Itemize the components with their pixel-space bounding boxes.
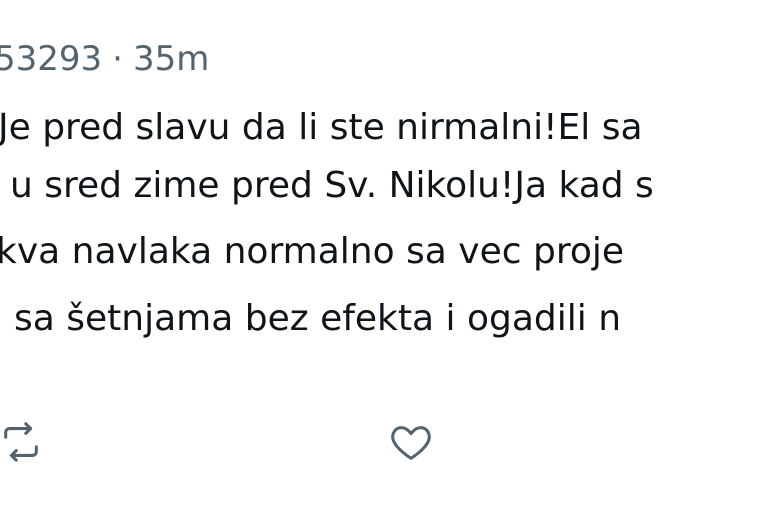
tweet-text-line: sa šetnjama bez efekta i ogadili n [14, 298, 622, 339]
retweet-icon [0, 419, 45, 465]
like-button[interactable] [382, 414, 440, 470]
tweet-text-line: kva navlaka normalno sa vec proje [0, 231, 625, 272]
meta-separator: · [112, 39, 123, 79]
tweet-text-line: u sred zime pred Sv. Nikolu!Ja kad s [10, 165, 654, 206]
tweet-meta: 53293 · 35m [0, 36, 209, 82]
user-handle[interactable]: 53293 [0, 39, 102, 79]
tweet-timestamp[interactable]: 35m [133, 39, 209, 79]
tweet-card: 53293 · 35m Je pred slavu da li ste nirmal… [0, 0, 765, 510]
heart-icon [386, 419, 436, 465]
tweet-text-line: Je pred slavu da li ste nirmalni!El sa [0, 107, 643, 148]
retweet-button[interactable] [0, 414, 50, 470]
